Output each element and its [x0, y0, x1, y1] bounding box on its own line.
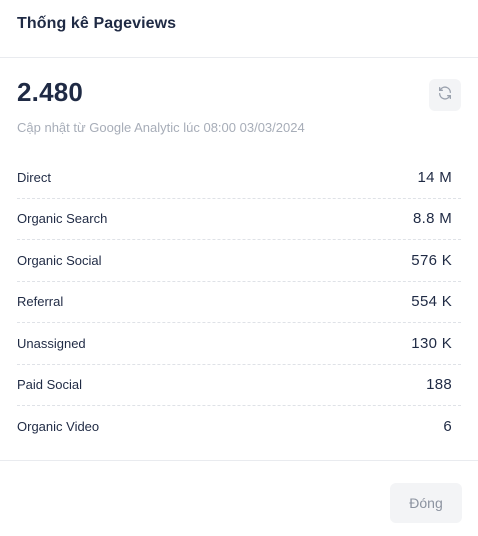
- source-label: Organic Video: [17, 419, 100, 435]
- source-value: 8.8 M: [412, 210, 452, 228]
- dialog-title: Thống kê Pageviews: [17, 15, 177, 32]
- close-button[interactable]: Đóng: [390, 483, 462, 523]
- list-item: Organic Video 6: [17, 406, 461, 448]
- list-item: Referral 554 K: [17, 282, 461, 323]
- pageviews-dialog: Thống kê Pageviews 2.480 Cập nhật từ Goo…: [0, 0, 478, 536]
- source-label: Direct: [17, 169, 51, 185]
- refresh-icon: [437, 85, 453, 106]
- list-item: Organic Search 8.8 M: [17, 199, 461, 240]
- source-label: Referral: [17, 294, 64, 310]
- source-value: 130 K: [411, 334, 452, 352]
- list-item: Paid Social 188: [17, 365, 461, 406]
- list-item: Organic Social 576 K: [17, 240, 461, 282]
- source-value: 6: [443, 418, 452, 436]
- source-label: Organic Social: [17, 252, 102, 268]
- dialog-body: 2.480 Cập nhật từ Google Analytic lúc 08…: [0, 58, 478, 448]
- source-label: Paid Social: [17, 377, 83, 393]
- source-value: 14 M: [417, 168, 452, 186]
- source-label: Organic Search: [17, 211, 108, 227]
- source-value: 188: [426, 376, 452, 394]
- total-row: 2.480: [17, 58, 461, 111]
- refresh-button[interactable]: [429, 79, 461, 111]
- total-pageviews: 2.480: [17, 77, 84, 107]
- dialog-footer: Đóng: [0, 460, 478, 536]
- traffic-source-list: Direct 14 M Organic Search 8.8 M Organic…: [17, 157, 461, 448]
- last-updated-text: Cập nhật từ Google Analytic lúc 08:00 03…: [17, 120, 305, 135]
- source-label: Unassigned: [17, 335, 86, 351]
- source-value: 554 K: [411, 293, 452, 311]
- list-item: Unassigned 130 K: [17, 323, 461, 365]
- dialog-header: Thống kê Pageviews: [0, 0, 478, 58]
- list-item: Direct 14 M: [17, 157, 461, 199]
- source-value: 576 K: [411, 251, 452, 269]
